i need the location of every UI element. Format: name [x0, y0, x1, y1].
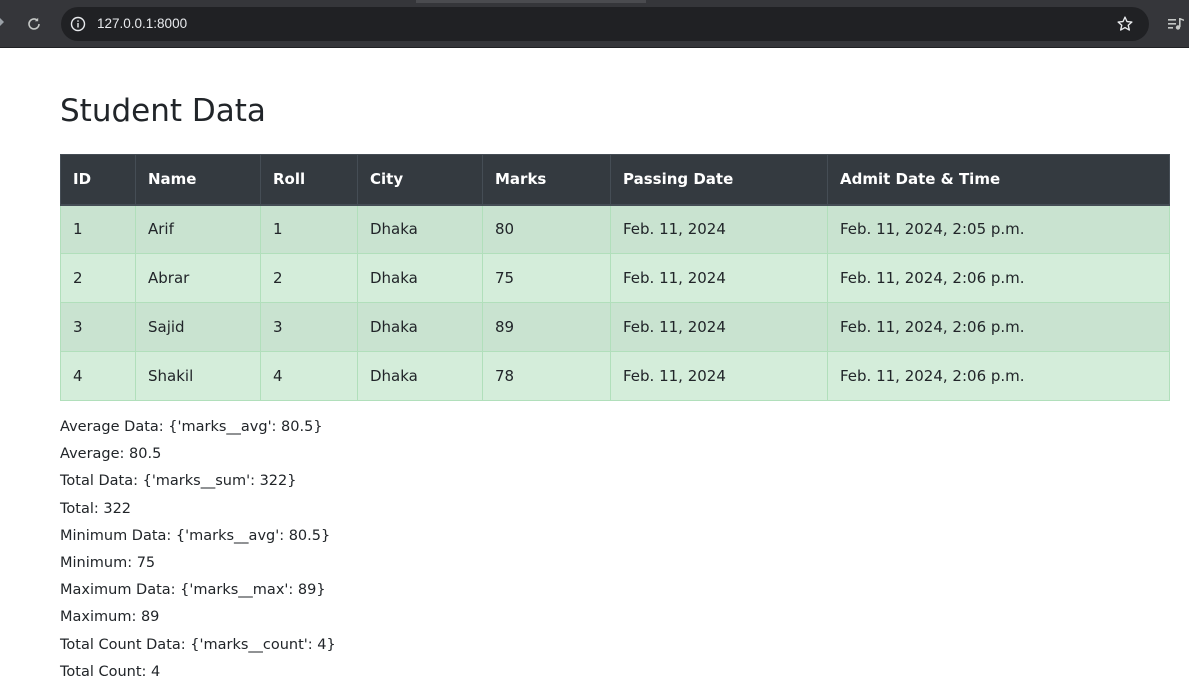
table-row: 1 Arif 1 Dhaka 80 Feb. 11, 2024 Feb. 11,…	[60, 204, 1170, 254]
column-header-id: ID	[60, 154, 136, 206]
reload-button[interactable]	[22, 12, 46, 36]
cell-marks: 80	[482, 204, 611, 254]
cell-passing-date: Feb. 11, 2024	[610, 351, 828, 401]
cell-id: 4	[60, 351, 136, 401]
page-content: Student Data ID Name Roll City Marks Pas…	[0, 48, 1189, 689]
cell-city: Dhaka	[357, 302, 483, 352]
cell-admit-datetime: Feb. 11, 2024, 2:06 p.m.	[827, 351, 1170, 401]
stat-minimum: Minimum: 75	[60, 554, 156, 571]
column-header-city: City	[357, 154, 483, 206]
stat-average: Average: 80.5	[60, 446, 162, 463]
cell-admit-datetime: Feb. 11, 2024, 2:06 p.m.	[827, 302, 1170, 352]
column-header-marks: Marks	[482, 154, 611, 206]
stat-average-data: Average Data: {'marks__avg': 80.5}	[60, 419, 323, 435]
cell-admit-datetime: Feb. 11, 2024, 2:05 p.m.	[827, 204, 1170, 254]
stat-maximum-data: Maximum Data: {'marks__max': 89}	[60, 582, 326, 599]
reload-icon	[28, 17, 40, 30]
cell-name: Sajid	[135, 302, 261, 352]
stat-total-data: Total Data: {'marks__sum': 322}	[60, 473, 297, 490]
table-row: 3 Sajid 3 Dhaka 89 Feb. 11, 2024 Feb. 11…	[60, 302, 1170, 352]
table-row: 2 Abrar 2 Dhaka 75 Feb. 11, 2024 Feb. 11…	[60, 253, 1170, 303]
cell-id: 3	[60, 302, 136, 352]
address-bar[interactable]: 127.0.0.1:8000	[61, 7, 1149, 41]
cell-roll: 3	[260, 302, 358, 352]
cell-name: Arif	[135, 204, 261, 254]
cell-admit-datetime: Feb. 11, 2024, 2:06 p.m.	[827, 253, 1170, 303]
site-info-icon[interactable]	[70, 16, 86, 32]
cell-marks: 78	[482, 351, 611, 401]
cell-city: Dhaka	[357, 253, 483, 303]
browser-toolbar: 127.0.0.1:8000	[0, 0, 1189, 48]
cell-roll: 1	[260, 204, 358, 254]
cell-passing-date: Feb. 11, 2024	[610, 204, 828, 254]
cell-passing-date: Feb. 11, 2024	[610, 253, 828, 303]
cell-marks: 75	[482, 253, 611, 303]
stat-count-data: Total Count Data: {'marks__count': 4}	[60, 636, 336, 653]
cell-id: 2	[60, 253, 136, 303]
cell-city: Dhaka	[357, 351, 483, 401]
table-header-row: ID Name Roll City Marks Passing Date Adm…	[60, 154, 1170, 206]
column-header-roll: Roll	[260, 154, 358, 206]
table-row: 4 Shakil 4 Dhaka 78 Feb. 11, 2024 Feb. 1…	[60, 351, 1170, 401]
cell-city: Dhaka	[357, 204, 483, 254]
page-title: Student Data	[60, 93, 266, 129]
stat-maximum: Maximum: 89	[60, 609, 160, 626]
stat-minimum-data: Minimum Data: {'marks__avg': 80.5}	[60, 527, 331, 544]
stat-count: Total Count: 4	[60, 663, 161, 680]
media-control-icon[interactable]	[1165, 14, 1187, 34]
cell-name: Shakil	[135, 351, 261, 401]
student-table: ID Name Roll City Marks Passing Date Adm…	[60, 154, 1170, 401]
cell-roll: 4	[260, 351, 358, 401]
cell-roll: 2	[260, 253, 358, 303]
aggregate-stats: Average Data: {'marks__avg': 80.5} Avera…	[60, 415, 336, 687]
tab-strip-accent	[416, 0, 646, 3]
cell-marks: 89	[482, 302, 611, 352]
column-header-name: Name	[135, 154, 261, 206]
bookmark-star-icon[interactable]	[1115, 14, 1135, 34]
stat-total: Total: 322	[60, 500, 132, 517]
column-header-passing-date: Passing Date	[610, 154, 828, 206]
cell-id: 1	[60, 204, 136, 254]
cell-passing-date: Feb. 11, 2024	[610, 302, 828, 352]
forward-arrow-icon[interactable]	[0, 16, 8, 32]
cell-name: Abrar	[135, 253, 261, 303]
column-header-admit-datetime: Admit Date & Time	[827, 154, 1170, 206]
url-text[interactable]: 127.0.0.1:8000	[97, 7, 187, 41]
